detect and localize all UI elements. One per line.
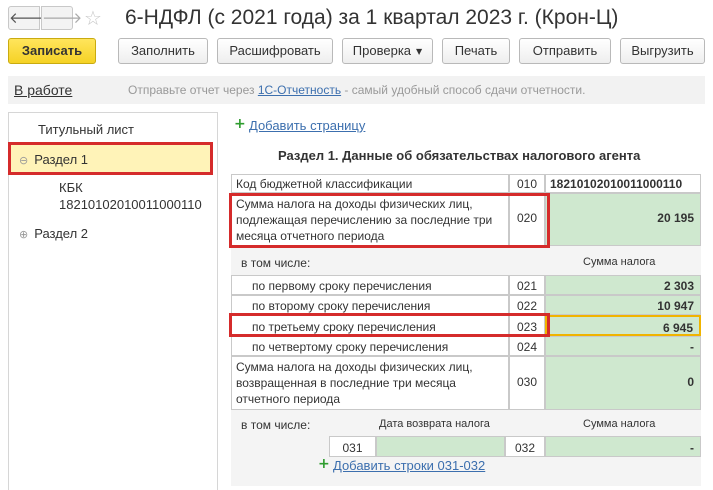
check-button-label: Проверка (352, 43, 412, 58)
status-link[interactable]: В работе (14, 82, 72, 98)
plus-icon: + (318, 456, 330, 472)
sidebar: Титульный лист ⊖ Раздел 1 КБК 18210102010… (8, 112, 218, 490)
returned-sum-field[interactable]: - (545, 436, 701, 457)
tax-sum-header-2: Сумма налога (583, 418, 656, 430)
first-term-value[interactable]: 2 303 (545, 275, 701, 295)
expand-icon[interactable]: ⊕ (19, 228, 28, 241)
third-term-value[interactable]: 6 945 (545, 315, 701, 336)
section-1-grid: Код бюджетной классификации 010 18210102… (231, 174, 701, 486)
info-bar: В работе Отправьте отчет через 1С-Отчетн… (8, 76, 705, 104)
back-button[interactable]: 🡐 (8, 6, 49, 30)
second-term-code: 022 (509, 295, 545, 315)
fourth-term-value[interactable]: - (545, 336, 701, 356)
first-term-label: по первому сроку перечисления (231, 275, 509, 295)
third-term-label: по третьему сроку перечисления (231, 315, 509, 336)
sidebar-item-section-2[interactable]: ⊕ Раздел 2 (19, 226, 88, 241)
reporting-link[interactable]: 1С-Отчетность (258, 83, 341, 97)
print-button[interactable]: Печать (442, 38, 510, 64)
export-button[interactable]: Выгрузить (620, 38, 705, 64)
form-content: + Добавить страницу Раздел 1. Данные об … (225, 112, 713, 490)
chevron-down-icon: ▼ (416, 47, 423, 56)
plus-icon: + (234, 116, 246, 132)
toolbar: Записать Заполнить Расшифровать Проверка… (0, 38, 713, 68)
including-label-2: в том числе: (241, 418, 311, 432)
send-button[interactable]: Отправить (519, 38, 611, 64)
check-button[interactable]: Проверка ▼ (342, 38, 433, 64)
info-text-after: - самый удобный способ сдачи отчетности. (341, 83, 586, 97)
save-button[interactable]: Записать (8, 38, 96, 64)
fourth-term-code: 024 (509, 336, 545, 356)
sidebar-item-label: Раздел 2 (34, 226, 89, 241)
returned-tax-code: 030 (509, 356, 545, 410)
tax-total-code: 020 (509, 193, 545, 246)
kbk-code: 010 (509, 174, 545, 193)
fourth-term-label: по четвертому сроку перечисления (231, 336, 509, 356)
sidebar-item-kbk[interactable]: КБК (59, 180, 83, 195)
first-term-code: 021 (509, 275, 545, 295)
code-031: 031 (329, 436, 376, 457)
fill-button[interactable]: Заполнить (118, 38, 208, 64)
decode-button[interactable]: Расшифровать (217, 38, 333, 64)
sidebar-item-label: Раздел 1 (34, 152, 89, 167)
arrow-right-icon: 🡒 (42, 9, 83, 27)
tax-sum-header: Сумма налога (583, 256, 656, 268)
return-date-header: Дата возврата налога (379, 418, 490, 430)
returned-tax-label: Сумма налога на доходы физических лиц, в… (231, 356, 509, 410)
tax-total-label: Сумма налога на доходы физических лиц, п… (231, 193, 509, 246)
sidebar-item-section-1[interactable]: ⊖ Раздел 1 (19, 152, 88, 167)
sidebar-item-kbk-code[interactable]: 18210102010011000110 (59, 197, 202, 212)
title-bar: 🡐 🡒 ☆ 6-НДФЛ (с 2021 года) за 1 квартал … (0, 0, 713, 36)
add-page-link[interactable]: Добавить страницу (249, 118, 365, 133)
add-rows-link[interactable]: Добавить строки 031-032 (333, 458, 485, 473)
sidebar-item-title-page[interactable]: Титульный лист (38, 122, 134, 137)
star-icon[interactable]: ☆ (84, 6, 102, 30)
collapse-icon[interactable]: ⊖ (19, 154, 28, 167)
section-title: Раздел 1. Данные об обязательствах налог… (278, 148, 641, 163)
third-term-code: 023 (509, 315, 545, 336)
second-term-label: по второму сроку перечисления (231, 295, 509, 315)
window-title: 6-НДФЛ (с 2021 года) за 1 квартал 2023 г… (125, 6, 619, 29)
second-term-value[interactable]: 10 947 (545, 295, 701, 315)
returned-tax-value[interactable]: 0 (545, 356, 701, 410)
kbk-value[interactable]: 18210102010011000110 (545, 174, 701, 193)
return-date-field[interactable] (376, 436, 505, 457)
code-032: 032 (505, 436, 545, 457)
tax-total-value[interactable]: 20 195 (545, 193, 701, 246)
kbk-label: Код бюджетной классификации (231, 174, 509, 193)
including-label: в том числе: (241, 256, 311, 270)
info-message: Отправьте отчет через 1С-Отчетность - са… (128, 83, 585, 97)
info-text-before: Отправьте отчет через (128, 83, 258, 97)
forward-button[interactable]: 🡒 (41, 6, 82, 30)
